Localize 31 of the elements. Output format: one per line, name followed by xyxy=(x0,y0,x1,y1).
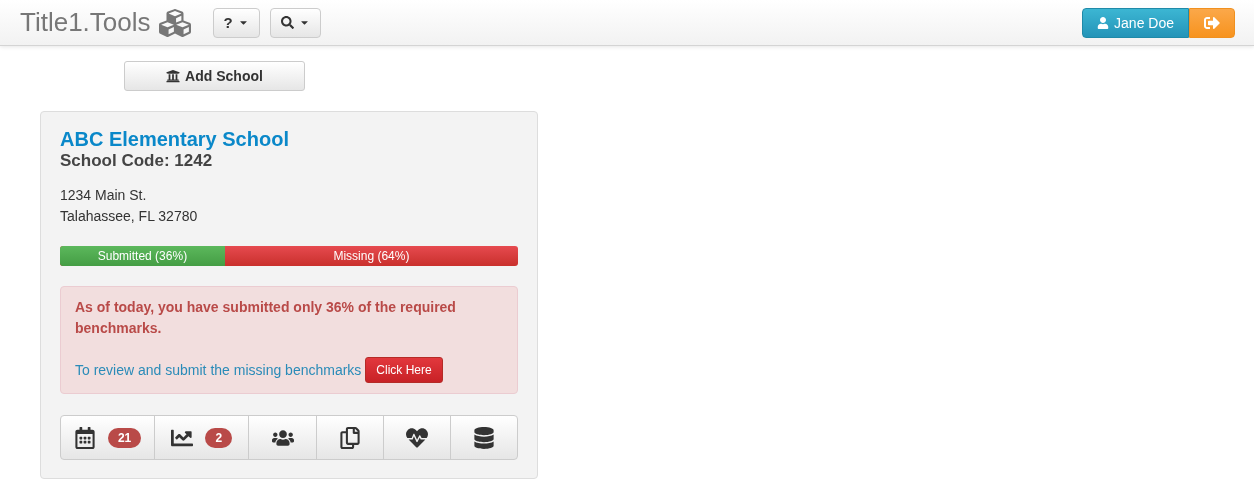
alert-prompt: To review and submit the missing benchmarks xyxy=(75,362,362,378)
help-menu-button[interactable]: ? xyxy=(212,7,260,38)
building-icon xyxy=(166,69,181,83)
brand-title[interactable]: Title1.Tools xyxy=(20,7,151,38)
submitted-fill: Submitted (36%) xyxy=(60,246,225,266)
address-line: Talahassee, FL 32780 xyxy=(60,207,199,226)
address-line: 1234 Main St. xyxy=(60,186,148,205)
search-icon xyxy=(280,16,294,29)
tool-button[interactable] xyxy=(449,415,518,460)
tool-button[interactable]: 21 xyxy=(60,415,156,460)
tool-button[interactable]: 2 xyxy=(154,415,250,460)
search-menu-button[interactable] xyxy=(269,7,321,38)
user-button[interactable]: Jane Doe xyxy=(1082,7,1189,38)
school-code: School Code: 1242 xyxy=(60,151,214,171)
missing-label: Missing (64%) xyxy=(332,249,411,263)
heartbeat-icon xyxy=(405,426,428,449)
copy-icon xyxy=(338,426,361,449)
tool-button[interactable] xyxy=(315,415,384,460)
count-badge: 21 xyxy=(107,427,142,448)
school-name-link[interactable]: ABC Elementary School xyxy=(60,128,518,151)
click-here-button[interactable]: Click Here xyxy=(365,357,443,383)
count-badge: 2 xyxy=(205,427,233,448)
tool-button[interactable] xyxy=(248,415,317,460)
user-icon xyxy=(1097,16,1110,29)
tool-button[interactable] xyxy=(382,415,451,460)
cubes-logo-icon xyxy=(158,6,191,39)
logout-icon xyxy=(1204,14,1220,31)
calendar-icon xyxy=(73,426,96,449)
add-school-button[interactable]: Add School xyxy=(124,61,305,91)
alert-message: As of today, you have submitted only 36% of the required benchmarks. xyxy=(75,298,457,338)
database-icon xyxy=(472,426,495,449)
